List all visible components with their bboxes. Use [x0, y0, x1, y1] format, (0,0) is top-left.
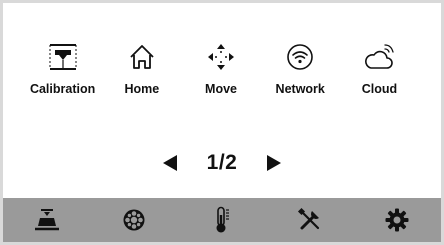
left-arrow-icon — [162, 155, 177, 171]
pager: 1/2 — [3, 149, 441, 177]
nav-tools-button[interactable] — [280, 198, 340, 242]
calibration-label: Calibration — [29, 82, 96, 96]
previous-page-button[interactable] — [157, 150, 183, 176]
nav-temperature-button[interactable] — [192, 198, 252, 242]
cloud-button[interactable]: Cloud — [340, 40, 419, 102]
right-arrow-icon — [267, 155, 282, 171]
nav-print-button[interactable] — [17, 198, 77, 242]
print-bed-icon — [34, 209, 59, 231]
move-button[interactable]: Move — [181, 40, 260, 102]
bottom-navbar — [3, 198, 441, 242]
printer-screen: Calibration Home Move Network Cloud 1/2 — [3, 3, 441, 242]
network-button[interactable]: Network — [261, 40, 340, 102]
next-page-button[interactable] — [261, 150, 287, 176]
nav-settings-button[interactable] — [367, 198, 427, 242]
settings-gear-icon — [385, 208, 409, 232]
cloud-label: Cloud — [361, 82, 398, 96]
calibration-button[interactable]: Calibration — [23, 40, 102, 102]
home-label: Home — [124, 82, 160, 96]
cloud-icon — [361, 40, 397, 74]
move-label: Move — [205, 82, 237, 96]
filament-spool-icon — [123, 209, 145, 231]
wifi-icon — [282, 40, 318, 74]
thermometer-icon — [216, 206, 229, 233]
tool-grid: Calibration Home Move Network Cloud — [23, 40, 419, 102]
tools-icon — [297, 207, 319, 230]
calibration-icon — [45, 40, 81, 74]
nav-filament-button[interactable] — [104, 198, 164, 242]
home-icon — [124, 40, 160, 74]
page-indicator: 1/2 — [206, 151, 238, 174]
home-button[interactable]: Home — [102, 40, 181, 102]
move-icon — [203, 40, 239, 74]
network-label: Network — [275, 82, 325, 96]
